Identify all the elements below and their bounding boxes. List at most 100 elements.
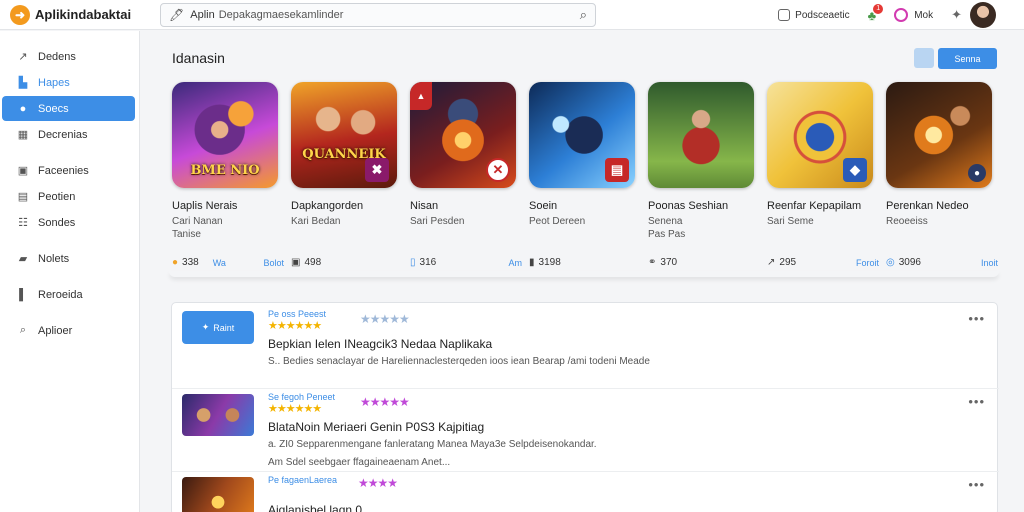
sidebar-item-hapes[interactable]: ▙ Hapes xyxy=(2,70,135,95)
trend-icon: ↗ xyxy=(18,51,28,63)
list-icon: ☷ xyxy=(18,217,28,229)
sidebar-item-decrenias[interactable]: ▦ Decrenias xyxy=(2,122,135,147)
more-options-icon[interactable]: ••• xyxy=(968,311,985,326)
grid-icon: ▦ xyxy=(17,129,29,141)
app-action-link[interactable]: Am xyxy=(509,258,523,268)
section-title: Idanasin xyxy=(172,50,225,66)
banner-icon: ▲ xyxy=(410,82,432,110)
top-bar: ➜ Aplikindabaktai 🖊 Aplin ⌕ Podsceaetic … xyxy=(0,0,1024,30)
app-title: Poonas Seshian xyxy=(648,200,729,212)
ring-icon[interactable] xyxy=(894,8,909,22)
view-toggle-button[interactable] xyxy=(914,48,934,68)
app-tile[interactable]: QUANNEIK ✖ xyxy=(291,82,397,188)
mode-label[interactable]: Mok xyxy=(914,10,933,21)
search-icon[interactable]: ⌕ xyxy=(580,7,587,23)
app-card[interactable]: ▤ Soein Peot Dereen ▮ 3198 xyxy=(523,76,641,276)
download-count: 3096 xyxy=(898,257,921,268)
primary-button[interactable]: Senna xyxy=(938,48,997,69)
sidebar-item-label: Hapes xyxy=(38,76,70,89)
app-logo[interactable]: ➜ Aplikindabaktai xyxy=(0,4,150,25)
item-description-2: Am Sdel seebgaer ffagaineaenam Anet... xyxy=(268,457,451,468)
download-count: 498 xyxy=(304,257,322,268)
sidebar-item-peotien[interactable]: ▤ Peotien xyxy=(2,184,135,209)
item-thumbnail[interactable] xyxy=(182,394,254,436)
item-meta: Pe fagaenLaerea xyxy=(268,475,338,485)
search-bar[interactable]: 🖊 Aplin ⌕ xyxy=(160,2,596,27)
app-title: Perenkan Nedeo xyxy=(886,200,969,212)
avatar[interactable] xyxy=(970,2,996,28)
sidebar-item-nolets[interactable]: ▰ Nolets xyxy=(2,246,135,271)
sidebar-item-soecs[interactable]: ● Soecs xyxy=(2,96,135,121)
list-item[interactable]: Se fegoh Peneet ★★★★★★ ★★★★★ BlataNoin M… xyxy=(172,386,999,472)
notification-box-icon[interactable] xyxy=(778,9,791,21)
more-options-icon[interactable]: ••• xyxy=(968,394,985,409)
apps-icon: ● xyxy=(19,102,27,115)
app-tile[interactable]: BME NIO xyxy=(172,82,278,188)
sidebar-item-label: Aplioer xyxy=(38,324,73,337)
item-description: a. ZI0 Sepparenmengane fanleratang Manea… xyxy=(268,439,597,450)
app-card[interactable]: BME NIO Uaplis Nerais Cari Nanan Tanise … xyxy=(166,76,284,276)
sidebar-item-faceenies[interactable]: ▣ Faceenies xyxy=(2,158,135,183)
app-tile[interactable]: ▲ ✕ xyxy=(410,82,516,188)
app-title: Soein xyxy=(529,200,558,212)
feather-icon: 🖊 xyxy=(169,7,185,22)
secondary-rating: ★★★★★ xyxy=(360,395,410,409)
app-tag[interactable]: Wa xyxy=(213,258,226,268)
bell-badge: 1 xyxy=(873,3,884,14)
sidebar-item-reroeida[interactable]: ▌ Reroeida xyxy=(2,282,135,307)
tools-icon: ✖ xyxy=(365,158,389,182)
app-tile[interactable]: ▤ xyxy=(529,82,635,188)
more-options-icon[interactable]: ••• xyxy=(968,477,985,492)
search-icon: ⌕ xyxy=(19,324,27,336)
close-icon: ✕ xyxy=(486,158,510,182)
app-developer: Cari Nanan xyxy=(172,216,223,227)
puzzle-icon[interactable]: ✦ xyxy=(951,7,962,23)
chart-icon: ▙ xyxy=(18,77,28,89)
item-thumbnail[interactable]: ✦ Raint xyxy=(182,311,254,344)
app-card[interactable]: ● Perenkan Nedeo Reoeeiss ◎ 3096 Inoit xyxy=(880,76,998,276)
app-footer: ◎ 3096 Inoit xyxy=(886,257,998,268)
app-developer: Peot Dereen xyxy=(529,216,586,227)
app-tile[interactable]: ◆ xyxy=(767,82,873,188)
app-developer: Reoeeiss xyxy=(886,216,928,227)
secondary-rating: ★★★★ xyxy=(358,476,398,490)
app-action-link[interactable]: Foroit xyxy=(856,258,879,268)
app-card[interactable]: QUANNEIK ✖ Dapkangorden Kari Bedan ▣ 498 xyxy=(285,76,403,276)
tablet-icon: ▯ xyxy=(410,257,416,268)
app-footer: ⚭ 370 xyxy=(648,257,760,268)
sidebar-item-label: Soecs xyxy=(38,102,69,115)
app-footer: ▯ 316 Am xyxy=(410,257,522,268)
app-action-link[interactable]: Bolot xyxy=(263,258,284,268)
sidebar: ↗ Dedens ▙ Hapes ● Soecs ▦ Decrenias ▣ F… xyxy=(0,31,140,512)
sidebar-item-sondes[interactable]: ☷ Sondes xyxy=(2,210,135,235)
app-card[interactable]: Poonas Seshian Senena Pas Pas ⚭ 370 xyxy=(642,76,760,276)
list-item[interactable]: ✦ Raint Pe oss Peeest ★★★★★★ ★★★★★ Bepki… xyxy=(172,303,999,389)
search-input[interactable] xyxy=(218,8,580,21)
window-icon: ▤ xyxy=(17,191,29,203)
app-tile[interactable] xyxy=(648,82,754,188)
app-action-link[interactable]: Inoit xyxy=(981,258,998,268)
app-tile[interactable]: ● xyxy=(886,82,992,188)
list-item[interactable]: Pe fagaenLaerea ★★★★ Aiqlanisbel laqn 0 … xyxy=(172,469,999,512)
link-icon: ⚭ xyxy=(648,257,657,268)
app-developer: Senena xyxy=(648,216,683,227)
thumb-label: Raint xyxy=(213,322,235,333)
secondary-rating: ★★★★★ xyxy=(360,312,410,326)
item-thumbnail[interactable] xyxy=(182,477,254,512)
notifications-label[interactable]: Podsceaetic xyxy=(795,10,849,21)
app-card[interactable]: ▲ ✕ Nisan Sari Pesden ▯ 316 Am xyxy=(404,76,522,276)
logo-icon: ➜ xyxy=(10,4,30,25)
app-title: Uaplis Nerais xyxy=(172,200,238,212)
main-content: Idanasin Senna BME NIO Uaplis Nerais Car… xyxy=(141,31,1024,512)
app-card[interactable]: ◆ Reenfar Kepapilam Sari Seme ↗ 295 Foro… xyxy=(761,76,879,276)
bell-icon[interactable]: ♣ 1 xyxy=(868,3,884,23)
sidebar-item-dedens[interactable]: ↗ Dedens xyxy=(2,44,135,69)
item-title[interactable]: Bepkian Ielen INeagcik3 Nedaa Naplikaka xyxy=(268,337,492,351)
globe-icon: ● xyxy=(172,257,179,268)
globe-icon: ◎ xyxy=(886,257,895,268)
sidebar-item-aplioer[interactable]: ⌕ Aplioer xyxy=(2,318,135,343)
item-title[interactable]: BlataNoin Meriaeri Genin P0S3 Kajpitiag xyxy=(268,420,484,434)
app-title: Nisan xyxy=(410,200,439,212)
item-title[interactable]: Aiqlanisbel laqn 0 xyxy=(268,503,362,512)
app-category: Tanise xyxy=(172,229,201,240)
